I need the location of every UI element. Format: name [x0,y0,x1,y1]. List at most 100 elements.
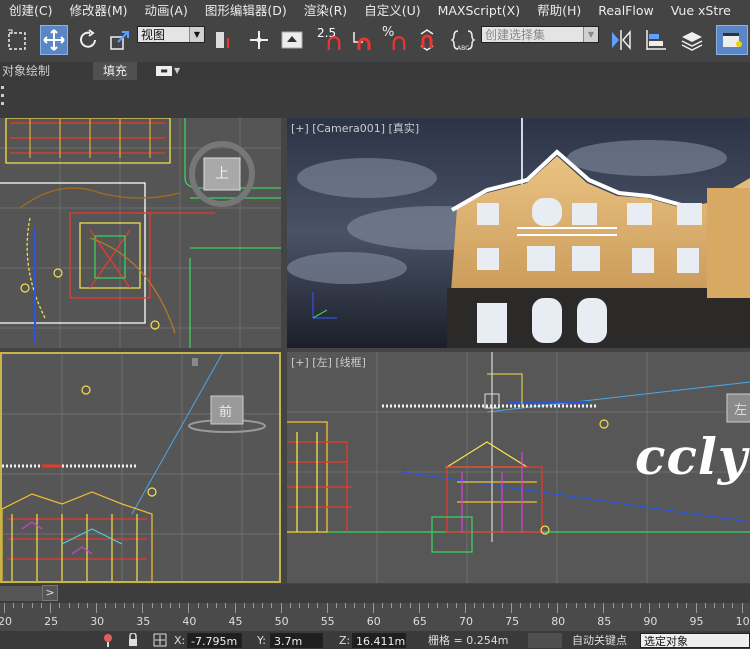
timeline-ruler[interactable]: 20 25 30 35 40 45 50 55 60 65 70 75 80 85 90 95 100 [0,603,750,631]
isolate-selection-icon[interactable] [102,633,114,647]
menu-help[interactable]: 帮助(H) [528,0,589,22]
manipulate-icon [250,31,268,49]
absolute-mode-icon[interactable] [153,633,167,647]
timeline-tick [594,603,596,608]
timeline-tick [501,603,503,608]
timeline-tick [31,603,33,608]
menu-rendering[interactable]: 渲染(R) [295,0,355,22]
timeline-frame-label: 55 [320,615,335,628]
pivot-center-button[interactable] [208,25,236,55]
timeline-tick [446,603,448,608]
timeline-tick [465,603,466,613]
edit-named-selection-button[interactable]: ABC [449,25,477,55]
layer-manager-button[interactable] [678,25,706,55]
timeline-frame-label: 35 [136,615,151,628]
ribbon-tab-populate[interactable]: 填充 [93,62,138,80]
timeline-tick [234,603,236,613]
timeline-tick [114,603,116,608]
ribbon-object-paint-label[interactable]: 对象绘制 [2,62,50,80]
timeline-tick [299,603,301,608]
timeline-frame-label: 95 [689,615,704,628]
status-bar: X: -7.795m Y: 3.7m Z: 16.411m 栅格 = 0.254… [0,631,750,649]
timeline-tick [280,603,282,613]
viewport-left[interactable]: [+] [左] [线框] 左 ccly [287,352,750,583]
viewport-top[interactable]: 上 [0,118,281,348]
angle-snap-button[interactable] [349,25,377,55]
rotate-button[interactable] [74,25,102,55]
timeline-tick [686,603,688,608]
timeline-tick [704,603,706,608]
grid-size-readout: 栅格 = 0.254m [428,634,509,647]
angle-snap-icon [353,32,371,50]
auto-key-button[interactable]: 自动关键点 [572,633,627,648]
mirror-button[interactable] [607,25,635,55]
timeline-tick [4,603,5,613]
time-slider-bar[interactable]: > [0,584,750,603]
timeline-tick [732,603,734,608]
timeline-tick [741,603,743,613]
menu-vue[interactable]: Vue xStre [662,0,739,22]
percent-snap-button[interactable]: % [380,25,408,55]
timeline-tick [133,603,135,608]
spinner-snap-icon [420,29,434,51]
x-coordinate-field[interactable]: -7.795m [187,633,242,648]
time-slider-next-button[interactable]: > [42,585,58,601]
key-mode-button[interactable] [528,633,562,648]
ribbon-bar: 对象绘制 填充 ▬ ▼ [0,62,750,80]
lock-icon[interactable] [127,633,139,647]
timeline-tick [22,603,24,608]
timeline-tick [68,603,70,608]
timeline-frame-label: 70 [459,615,473,628]
select-move-button[interactable] [40,25,68,55]
menu-bar: 创建(C) 修改器(M) 动画(A) 图形编辑器(D) 渲染(R) 自定义(U) MAXSc… [0,0,750,22]
z-coordinate-field[interactable]: 16.411m [352,633,406,648]
timeline-tick [335,603,337,608]
viewport-camera-label[interactable]: [+] [Camera001] [真实] [291,120,419,136]
chevron-down-icon: ▼ [189,27,204,42]
menu-maxscript[interactable]: MAXScript(X) [429,0,528,22]
menu-modifiers[interactable]: 修改器(M) [60,0,135,22]
named-selection-set-dropdown[interactable]: 创建选择集 ▼ [481,26,599,43]
timeline-tick [575,603,577,608]
key-filter-dropdown[interactable]: 选定对象 [640,633,750,648]
timeline-tick [547,603,549,608]
select-manipulate-button[interactable] [245,25,273,55]
menu-customize[interactable]: 自定义(U) [355,0,428,22]
svg-text:ABC: ABC [457,45,469,52]
timeline-tick [123,603,125,608]
viewport-camera[interactable]: [+] [Camera001] [真实] [287,118,750,348]
snap-toggle-button[interactable]: 2.5 [313,25,345,55]
main-toolbar: 视图 ▼ 2.5 % ABC 创建选择集 ▼ [0,22,750,63]
reference-coordinate-dropdown[interactable]: 视图 ▼ [137,26,205,43]
time-slider-track[interactable] [0,586,42,601]
timeline-frame-label: 30 [90,615,105,628]
timeline-tick [77,603,79,608]
select-region-button[interactable] [4,25,32,55]
scale-button[interactable] [106,25,134,55]
timeline-tick [382,603,384,608]
scene-explorer-icon [723,33,742,47]
align-button[interactable] [642,25,670,55]
timeline-tick [621,603,623,608]
keyboard-shortcut-toggle[interactable] [278,25,306,55]
timeline-tick [160,603,162,608]
menu-animation[interactable]: 动画(A) [136,0,196,22]
menu-graph-editors[interactable]: 图形编辑器(D) [196,0,295,22]
viewport-left-label[interactable]: [+] [左] [线框] [291,354,366,370]
timeline-tick [391,603,393,608]
y-coordinate-field[interactable]: 3.7m [270,633,323,648]
grip-handle-icon[interactable] [0,84,6,112]
front-view-drawing [2,354,279,581]
spinner-snap-button[interactable] [413,25,441,55]
viewport-front[interactable]: 前 [0,352,281,583]
chevron-down-icon[interactable]: ▼ [174,62,180,80]
timeline-frame-label: 60 [366,615,381,628]
timeline-tick [345,603,347,608]
menu-create[interactable]: 创建(C) [0,0,60,22]
scene-explorer-button[interactable] [716,25,748,55]
ribbon-toggle-icon[interactable]: ▬ [156,66,172,76]
menu-realflow[interactable]: RealFlow [589,0,661,22]
timeline-tick [188,603,190,613]
z-label: Z: [339,634,351,647]
rotate-icon [80,29,96,48]
